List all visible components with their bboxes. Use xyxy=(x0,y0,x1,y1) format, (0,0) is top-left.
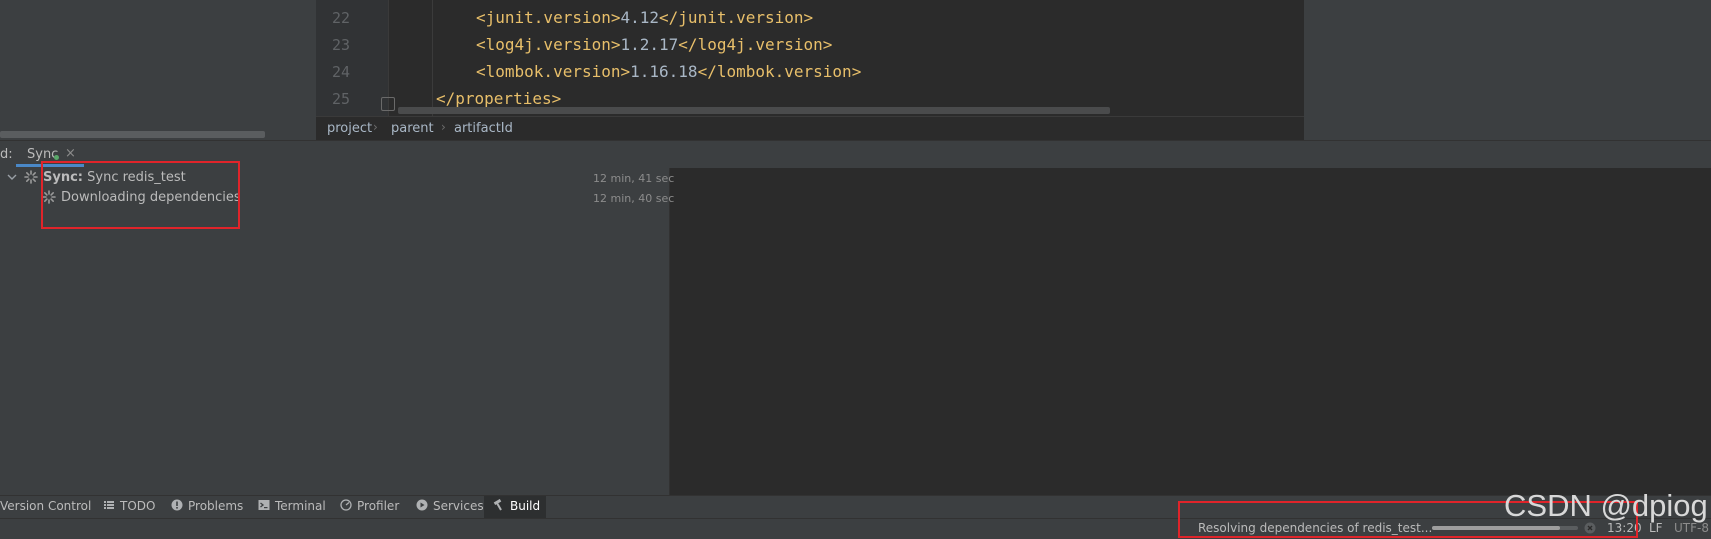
xml-close-tag: </properties> xyxy=(436,89,562,108)
code-line: <lombok.version>1.16.18</lombok.version> xyxy=(476,62,861,81)
close-tab-icon[interactable]: × xyxy=(65,146,76,161)
services-icon xyxy=(416,499,428,511)
project-pane xyxy=(0,0,316,140)
build-toolwindow-header xyxy=(0,140,1711,169)
xml-close-tag: </junit.version> xyxy=(659,8,814,27)
code-line: <log4j.version>1.2.17</log4j.version> xyxy=(476,35,832,54)
fold-marker-icon[interactable] xyxy=(381,97,395,111)
profiler-icon xyxy=(340,499,352,511)
root-duration: 12 min, 41 sec xyxy=(593,172,675,185)
toolwindow-tab-services[interactable]: Services xyxy=(416,499,484,513)
breadcrumb-item-project[interactable]: project xyxy=(327,121,372,136)
breadcrumb-separator-icon: › xyxy=(373,120,378,134)
xml-open-tag: <junit.version> xyxy=(476,8,621,27)
xml-close-tag: </lombok.version> xyxy=(697,62,862,81)
spinner-icon xyxy=(24,170,38,184)
xml-open-tag: <log4j.version> xyxy=(476,35,621,54)
editor-gutter: 22 23 24 25 xyxy=(316,0,389,116)
todo-list-icon xyxy=(104,501,114,509)
sync-status-dot xyxy=(54,155,59,160)
build-output-panel xyxy=(669,168,1711,495)
version-control-label: Version Control xyxy=(0,499,92,513)
toolwindow-tab-profiler[interactable]: Profiler xyxy=(340,499,399,513)
breadcrumb-item-artifactid[interactable]: artifactId xyxy=(454,121,513,136)
chevron-down-icon[interactable] xyxy=(6,171,18,183)
tab-sync[interactable]: Sync xyxy=(27,147,58,162)
xml-value: 4.12 xyxy=(620,8,660,27)
problems-label: Problems xyxy=(188,499,244,513)
line-number: 24 xyxy=(331,63,350,81)
terminal-icon xyxy=(258,500,270,510)
code-line: <junit.version>4.12</junit.version> xyxy=(476,8,813,27)
problems-icon xyxy=(171,499,183,511)
annotation-highlight-box xyxy=(41,161,240,229)
toolwindow-tab-terminal[interactable]: Terminal xyxy=(258,499,326,513)
xml-close-tag: </log4j.version> xyxy=(678,35,833,54)
hammer-icon xyxy=(493,499,502,511)
xml-value: 1.16.18 xyxy=(630,62,698,81)
toolwindow-tab-build[interactable]: Build xyxy=(493,499,540,513)
child-duration: 12 min, 40 sec xyxy=(593,192,675,205)
indent-guide xyxy=(432,0,433,116)
breadcrumb-item-parent[interactable]: parent xyxy=(391,121,434,136)
todo-label: TODO xyxy=(120,499,156,513)
toolwindow-tab-version-control[interactable]: Version Control xyxy=(0,499,91,513)
editor-horizontal-scrollbar[interactable] xyxy=(398,107,1110,114)
line-number: 25 xyxy=(331,90,350,108)
toolwindow-title: d: xyxy=(0,147,13,162)
breadcrumb-separator-icon: › xyxy=(441,120,446,134)
line-number: 23 xyxy=(331,36,350,54)
breadcrumb: project › parent › artifactId xyxy=(316,116,1304,141)
terminal-label: Terminal xyxy=(275,499,326,513)
watermark-text: CSDN @dpiog xyxy=(1504,488,1708,523)
profiler-label: Profiler xyxy=(357,499,400,513)
services-label: Services xyxy=(433,499,484,513)
xml-open-tag: <lombok.version> xyxy=(476,62,631,81)
code-line: </properties> xyxy=(436,89,561,108)
right-empty-pane xyxy=(1304,0,1711,140)
toolwindow-tab-todo[interactable]: TODO xyxy=(103,499,155,513)
project-pane-scrollbar[interactable] xyxy=(0,131,265,138)
xml-value: 1.2.17 xyxy=(620,35,679,54)
toolwindow-tab-problems[interactable]: Problems xyxy=(171,499,243,513)
line-number: 22 xyxy=(331,9,350,27)
build-label: Build xyxy=(510,499,541,513)
